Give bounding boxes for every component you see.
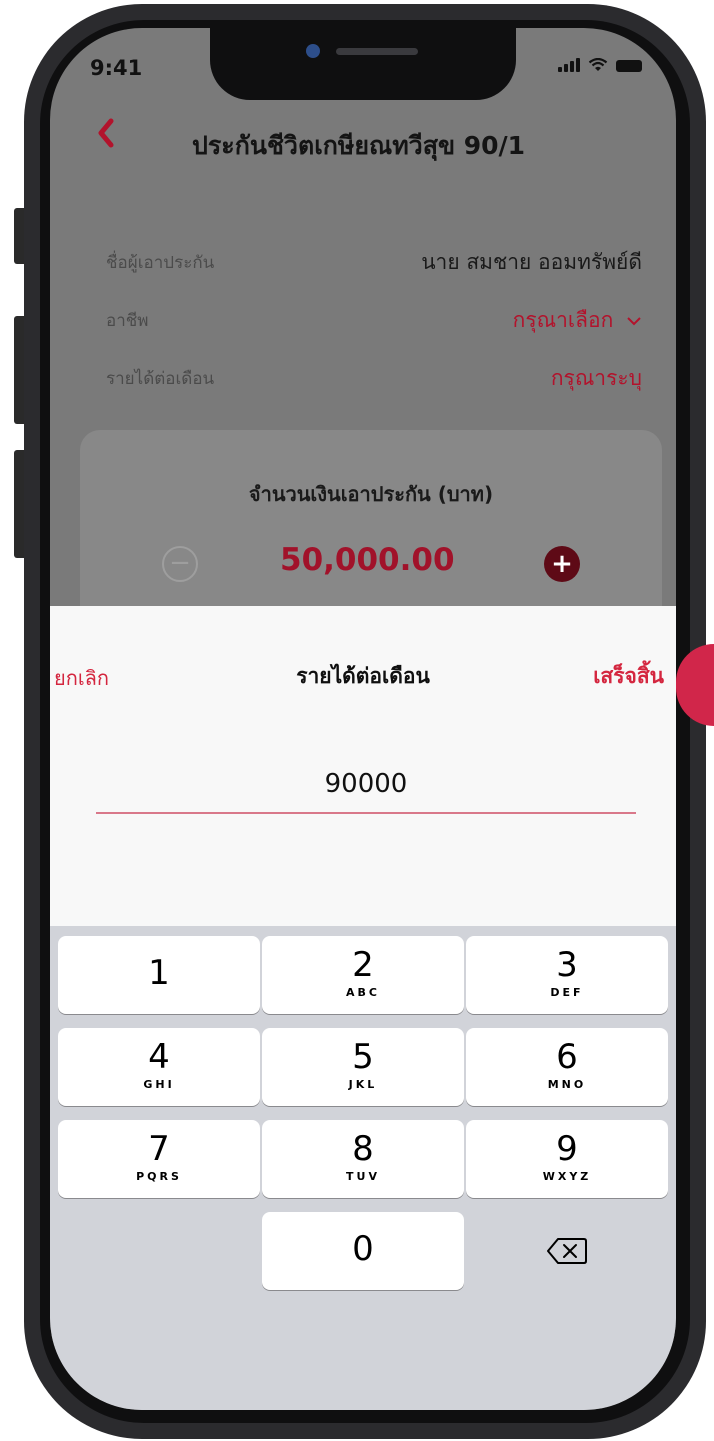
key-8[interactable]: 8 TUV: [262, 1120, 464, 1198]
key-letters: PQRS: [136, 1170, 182, 1183]
key-digit: 9: [556, 1129, 578, 1169]
done-button[interactable]: เสร็จสิ้น: [593, 660, 664, 693]
coverage-title: จำนวนเงินเอาประกัน (บาท): [248, 482, 494, 506]
insured-value: นาย สมชาย ออมทรัพย์ดี: [421, 249, 642, 274]
key-6[interactable]: 6 MNO: [466, 1028, 668, 1106]
front-camera: [306, 44, 320, 58]
key-digit: 7: [148, 1129, 170, 1169]
occupation-value: กรุณาเลือก: [512, 307, 614, 332]
key-letters: WXYZ: [542, 1170, 592, 1183]
back-button[interactable]: [94, 116, 124, 156]
occupation-label: อาชีพ: [106, 310, 149, 331]
key-5[interactable]: 5 JKL: [262, 1028, 464, 1106]
income-row[interactable]: รายได้ต่อเดือน กรุณาระบุ: [106, 358, 642, 398]
phone-screen: 9:41 ประกันชีวิตเกษียณทวีสุข 90/1 ชื่อผู…: [50, 28, 676, 1410]
status-time: 9:41: [90, 56, 143, 80]
key-letters: JKL: [348, 1078, 378, 1091]
notch: [210, 28, 516, 100]
wifi-icon: [588, 58, 608, 71]
key-digit: 5: [352, 1037, 374, 1077]
sheet-title: รายได้ต่อเดือน: [296, 664, 430, 688]
numeric-keypad: 1 2 ABC 3 DEF 4 GHI 5 JKL 6 MNO 7 PQRS 8…: [50, 926, 676, 1410]
delete-key[interactable]: [466, 1212, 668, 1290]
key-digit: 1: [148, 953, 170, 993]
backspace-icon: [547, 1238, 587, 1264]
key-digit: 3: [556, 945, 578, 985]
income-input-sheet: ยกเลิก รายได้ต่อเดือน เสร็จสิ้น: [50, 606, 676, 926]
key-digit: 2: [352, 945, 374, 985]
key-2[interactable]: 2 ABC: [262, 936, 464, 1014]
page-title: ประกันชีวิตเกษียณทวีสุข 90/1: [192, 131, 526, 160]
key-7[interactable]: 7 PQRS: [58, 1120, 260, 1198]
income-label: รายได้ต่อเดือน: [106, 368, 215, 389]
coverage-stepper: − 50,000.00 +: [80, 540, 662, 590]
chevron-left-icon: [98, 118, 114, 148]
earpiece-speaker: [336, 48, 418, 55]
insured-label: ชื่อผู้เอาประกัน: [106, 252, 215, 273]
key-3[interactable]: 3 DEF: [466, 936, 668, 1014]
key-0[interactable]: 0: [262, 1212, 464, 1290]
key-letters: DEF: [550, 986, 584, 999]
key-letters: TUV: [346, 1170, 380, 1183]
increase-button[interactable]: +: [544, 546, 580, 582]
key-4[interactable]: 4 GHI: [58, 1028, 260, 1106]
key-letters: ABC: [346, 986, 380, 999]
key-digit: 4: [148, 1037, 170, 1077]
key-digit: 0: [352, 1229, 374, 1269]
occupation-select[interactable]: กรุณาเลือก: [513, 304, 642, 337]
key-letters: MNO: [547, 1078, 587, 1091]
coverage-amount: 50,000.00: [280, 542, 455, 578]
key-9[interactable]: 9 WXYZ: [466, 1120, 668, 1198]
insured-row: ชื่อผู้เอาประกัน นาย สมชาย ออมทรัพย์ดี: [106, 242, 642, 282]
battery-icon: [616, 60, 642, 72]
occupation-row[interactable]: อาชีพ กรุณาเลือก: [106, 300, 642, 340]
signal-icon: [558, 58, 580, 72]
key-digit: 8: [352, 1129, 374, 1169]
status-icons: [558, 58, 642, 72]
key-digit: 6: [556, 1037, 578, 1077]
chevron-down-icon: [627, 316, 641, 325]
decrease-button[interactable]: −: [162, 546, 198, 582]
income-value[interactable]: กรุณาระบุ: [551, 362, 642, 395]
key-1[interactable]: 1: [58, 936, 260, 1014]
income-input[interactable]: [96, 756, 636, 814]
key-letters: GHI: [143, 1078, 175, 1091]
